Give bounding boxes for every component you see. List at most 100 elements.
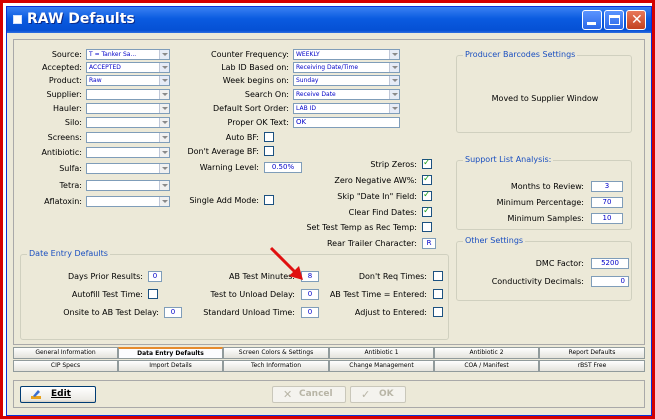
dont-average-bf-checkbox[interactable] xyxy=(264,146,274,156)
other-settings-group: Other Settings DMC Factor: 5200 Conducti… xyxy=(456,236,632,301)
week-begins-label: Week begins on: xyxy=(222,76,289,85)
lab-id-value: Receiving Date/Time xyxy=(296,64,359,71)
maximize-icon xyxy=(609,15,620,25)
source-select[interactable]: T = Tanker Sa... xyxy=(86,49,170,60)
dropdown-arrow-icon xyxy=(389,90,399,99)
single-add-mode-checkbox[interactable] xyxy=(264,195,274,205)
min-percentage-input[interactable]: 70 xyxy=(591,197,623,208)
sulfa-select[interactable] xyxy=(86,163,170,174)
dropdown-arrow-icon xyxy=(389,104,399,113)
warning-level-input[interactable]: 0.50% xyxy=(264,162,302,173)
rear-trailer-input[interactable]: R xyxy=(422,238,436,249)
screens-select[interactable] xyxy=(86,132,170,143)
title-bar[interactable]: RAW Defaults ✕ xyxy=(7,7,651,33)
sulfa-label: Sulfa: xyxy=(59,164,82,173)
conductivity-decimals-input[interactable]: 0 xyxy=(591,276,629,287)
tab-data-entry-defaults[interactable]: Data Entry Defaults xyxy=(118,347,223,359)
tab-import-details[interactable]: Import Details xyxy=(118,360,223,372)
autofill-test-time-checkbox[interactable] xyxy=(148,289,158,299)
week-begins-value: Sunday xyxy=(296,77,319,84)
minimize-button[interactable] xyxy=(582,10,602,30)
dropdown-arrow-icon xyxy=(159,164,169,173)
tetra-label: Tetra: xyxy=(59,181,82,190)
product-select[interactable]: Raw xyxy=(86,75,170,86)
counter-frequency-select[interactable]: WEEKLY xyxy=(293,49,400,60)
search-on-select[interactable]: Receive Date xyxy=(293,89,400,100)
edit-icon xyxy=(31,390,41,399)
tetra-select[interactable] xyxy=(86,180,170,191)
edit-label: Edit xyxy=(51,389,71,399)
strip-zeros-checkbox[interactable] xyxy=(422,158,432,169)
sort-order-label: Default Sort Order: xyxy=(212,104,289,113)
tab-tech-information[interactable]: Tech Information xyxy=(223,360,329,372)
zero-negative-checkbox[interactable] xyxy=(422,174,432,185)
support-list-group: Support List Analysis: Months to Review:… xyxy=(456,155,632,230)
tab-row-1: General Information Data Entry Defaults … xyxy=(13,347,645,359)
tab-rbst-free[interactable]: rBST Free xyxy=(539,360,645,372)
tab-screen-colors[interactable]: Screen Colors & Settings xyxy=(223,347,329,359)
proper-ok-input[interactable]: OK xyxy=(293,117,400,128)
silo-label: Silo: xyxy=(64,118,82,127)
onsite-delay-input[interactable]: 0 xyxy=(164,307,182,318)
close-button[interactable]: ✕ xyxy=(626,10,646,30)
counter-frequency-value: WEEKLY xyxy=(296,51,320,58)
lab-id-select[interactable]: Receiving Date/Time xyxy=(293,62,400,73)
counter-frequency-label: Counter Frequency: xyxy=(211,50,289,59)
raw-defaults-window: RAW Defaults ✕ Source: T = Tanker Sa... … xyxy=(6,6,652,416)
maximize-button[interactable] xyxy=(604,10,624,30)
adjust-to-entered-label: Adjust to Entered: xyxy=(354,308,427,317)
dont-req-times-checkbox[interactable] xyxy=(433,271,443,281)
antibiotic-select[interactable] xyxy=(86,147,170,158)
producer-barcodes-title: Producer Barcodes Settings xyxy=(463,50,578,60)
tab-cip-specs[interactable]: CIP Specs xyxy=(13,360,118,372)
tab-antibiotic-2[interactable]: Antibiotic 2 xyxy=(434,347,539,359)
months-review-input[interactable]: 3 xyxy=(591,181,623,192)
clear-find-dates-label: Clear Find Dates: xyxy=(348,208,417,217)
week-begins-select[interactable]: Sunday xyxy=(293,75,400,86)
dont-req-times-label: Don't Req Times: xyxy=(358,272,427,281)
min-samples-label: Minimum Samples: xyxy=(507,214,584,223)
tab-report-defaults[interactable]: Report Defaults xyxy=(539,347,645,359)
aflatoxin-select[interactable] xyxy=(86,196,170,207)
accepted-value: ACCEPTED xyxy=(89,64,121,71)
auto-bf-checkbox[interactable] xyxy=(264,132,274,142)
cancel-button[interactable]: ✕ Cancel xyxy=(272,386,346,403)
set-test-temp-checkbox[interactable] xyxy=(422,222,432,232)
ab-test-time-entered-checkbox[interactable] xyxy=(433,289,443,299)
proper-ok-label: Proper OK Text: xyxy=(227,118,289,127)
highlight-border: RAW Defaults ✕ Source: T = Tanker Sa... … xyxy=(0,0,655,419)
ok-button[interactable]: ✓ OK xyxy=(350,386,406,403)
test-unload-delay-input[interactable]: 0 xyxy=(301,289,319,300)
sort-order-select[interactable]: LAB ID xyxy=(293,103,400,114)
tab-general-information[interactable]: General Information xyxy=(13,347,118,359)
edit-button[interactable]: Edit xyxy=(20,386,96,403)
days-prior-input[interactable]: 0 xyxy=(148,271,162,282)
tab-change-management[interactable]: Change Management xyxy=(329,360,434,372)
button-bar: Edit ✕ Cancel ✓ OK xyxy=(13,380,645,408)
dont-average-bf-label: Don't Average BF: xyxy=(187,147,259,156)
standard-unload-label: Standard Unload Time: xyxy=(203,308,295,317)
dropdown-arrow-icon xyxy=(389,50,399,59)
producer-barcodes-text: Moved to Supplier Window xyxy=(491,94,599,103)
accepted-select[interactable]: ACCEPTED xyxy=(86,62,170,73)
supplier-select[interactable] xyxy=(86,89,170,100)
min-samples-input[interactable]: 10 xyxy=(591,213,623,224)
tab-antibiotic-1[interactable]: Antibiotic 1 xyxy=(329,347,434,359)
autofill-test-time-label: Autofill Test Time: xyxy=(71,290,143,299)
conductivity-decimals-label: Conductivity Decimals: xyxy=(491,277,584,286)
other-settings-title: Other Settings xyxy=(463,236,526,246)
sort-order-value: LAB ID xyxy=(296,105,316,112)
hauler-select[interactable] xyxy=(86,103,170,114)
skip-date-in-checkbox[interactable] xyxy=(422,190,432,201)
test-unload-delay-label: Test to Unload Delay: xyxy=(210,290,296,299)
min-percentage-label: Minimum Percentage: xyxy=(496,198,584,207)
standard-unload-input[interactable]: 0 xyxy=(301,307,319,318)
clear-find-dates-checkbox[interactable] xyxy=(422,206,432,217)
lab-id-label: Lab ID Based on: xyxy=(221,63,289,72)
cancel-label: Cancel xyxy=(299,389,333,399)
tab-coa-manifest[interactable]: COA / Manifest xyxy=(434,360,539,372)
dmc-factor-input[interactable]: 5200 xyxy=(591,258,629,269)
product-value: Raw xyxy=(89,77,102,84)
silo-select[interactable] xyxy=(86,117,170,128)
adjust-to-entered-checkbox[interactable] xyxy=(433,307,443,317)
